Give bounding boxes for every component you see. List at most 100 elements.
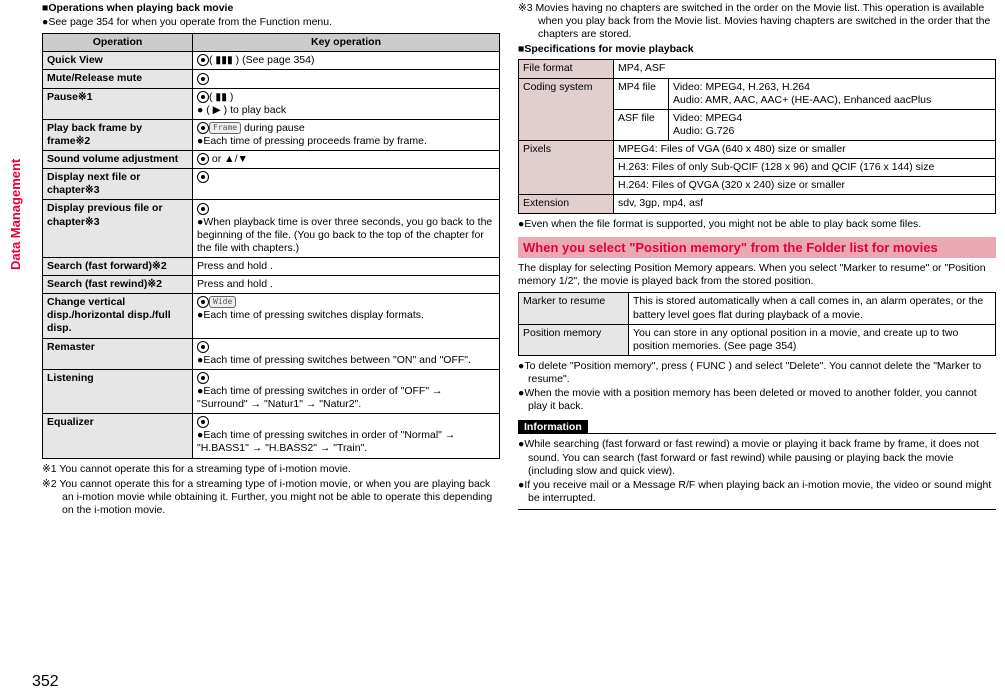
table-row: Search (fast forward)※2 Press and hold . (43, 257, 500, 275)
key-cell: Wide ●Each time of pressing switches dis… (193, 294, 500, 338)
key-cell: Frame ( Frame ) during pauseduring pause… (193, 119, 500, 150)
spec-label: Coding system (519, 78, 614, 141)
key8-icon (197, 372, 209, 384)
table-row: Pause※1 ( ▮▮ ) ● ( ▶ ) to play back (43, 88, 500, 119)
op-cell: Display previous file or chapter※3 (43, 200, 193, 258)
spec-value: Video: MPEG4, H.263, H.264 Audio: AMR, A… (669, 78, 996, 109)
op-cell: Play back frame by frame※2 (43, 119, 193, 150)
op-cell: Mute/Release mute (43, 70, 193, 88)
left-icon (197, 203, 209, 215)
table-row: Display next file or chapter※3 (43, 169, 500, 200)
table-row: Equalizer ●Each time of pressing switche… (43, 414, 500, 458)
table-row: Sound volume adjustment or ▲/▼ (43, 151, 500, 169)
op-cell: Change vertical disp./horizontal disp./f… (43, 294, 193, 338)
key-text: ● ( ▶ ) to play back (197, 104, 286, 116)
info-item-2: ●If you receive mail or a Message R/F wh… (518, 479, 996, 505)
key-text: ●Each time of pressing switches in order… (197, 429, 455, 454)
key-cell: or ▲/▼ (193, 151, 500, 169)
footnote-2: ※2 You cannot operate this for a streami… (42, 478, 500, 517)
spec-heading: ■Specifications for movie playback (518, 43, 996, 55)
wide-pill: Wide (209, 296, 236, 308)
key-cell: ●When playback time is over three second… (193, 200, 500, 258)
th-operation: Operation (43, 34, 193, 52)
key-cell: Press and hold . (193, 276, 500, 294)
spec-value: sdv, 3gp, mp4, asf (614, 195, 996, 213)
op-cell: Remaster (43, 338, 193, 369)
left-heading: ■Operations when playing back movie (42, 2, 500, 14)
table-row: Play back frame by frame※2 Frame ( Frame… (43, 119, 500, 150)
op-cell: Search (fast forward)※2 (43, 257, 193, 275)
pm-intro: The display for selecting Position Memor… (518, 262, 996, 288)
op-cell: Display next file or chapter※3 (43, 169, 193, 200)
mail-icon (197, 54, 209, 66)
key-text: ●Each time of pressing switches between … (197, 354, 471, 366)
table-row: Pixels MPEG4: Files of VGA (640 x 480) s… (519, 141, 996, 159)
key-cell: ●Each time of pressing switches between … (193, 338, 500, 369)
spec-table: File format MP4, ASF Coding system MP4 f… (518, 59, 996, 213)
spec-sub: MP4 file (614, 78, 669, 109)
pm-note-1: ●To delete "Position memory", press ( FU… (518, 360, 996, 386)
table-row: Position memory You can store in any opt… (519, 324, 996, 355)
information-box: ●While searching (fast forward or fast r… (518, 433, 996, 510)
key-text: ●When playback time is over three second… (197, 216, 492, 254)
footnote-1: ※1 You cannot operate this for a streami… (42, 463, 500, 476)
th-key: Key operation (193, 34, 500, 52)
key-text: or ▲/▼ (209, 153, 248, 165)
table-row: Display previous file or chapter※3 ●When… (43, 200, 500, 258)
spec-label: Pixels (519, 141, 614, 195)
key7-icon (197, 416, 209, 428)
center-icon (197, 91, 209, 103)
key-text: ●Each time of pressing switches in order… (197, 385, 442, 410)
key-text: ( ▮▮ ) (209, 91, 233, 103)
table-row: Mute/Release mute (43, 70, 500, 88)
information-heading: Information (518, 420, 588, 434)
clear-icon (197, 73, 209, 85)
key-text: Press and hold . (197, 278, 273, 290)
key-cell (193, 70, 500, 88)
table-row: Search (fast rewind)※2 Press and hold . (43, 276, 500, 294)
side-tab-label: Data Management (8, 159, 23, 270)
spec-value: H.264: Files of QVGA (320 x 240) size or… (614, 177, 996, 195)
table-row: Coding system MP4 file Video: MPEG4, H.2… (519, 78, 996, 109)
position-memory-heading: When you select "Position memory" from t… (518, 237, 996, 259)
spec-label: File format (519, 60, 614, 78)
operations-table: Operation Key operation Quick View ( ▮▮▮… (42, 33, 500, 458)
key-text: ●Each time of pressing switches display … (197, 309, 424, 321)
op-cell: Equalizer (43, 414, 193, 458)
spec-label: Extension (519, 195, 614, 213)
right-column: ※3 Movies having no chapters are switche… (518, 0, 996, 510)
table-row: Change vertical disp./horizontal disp./f… (43, 294, 500, 338)
spec-value: MPEG4: Files of VGA (640 x 480) size or … (614, 141, 996, 159)
op-cell: Pause※1 (43, 88, 193, 119)
table-row: File format MP4, ASF (519, 60, 996, 78)
key-cell: ( ▮▮ ) ● ( ▶ ) to play back (193, 88, 500, 119)
key-cell: ●Each time of pressing switches in order… (193, 369, 500, 413)
page-number: 352 (32, 673, 59, 691)
spec-footnote: ●Even when the file format is supported,… (518, 218, 996, 231)
pm-value: You can store in any optional position i… (629, 324, 996, 355)
spec-value: MP4, ASF (614, 60, 996, 78)
key-cell: Press and hold . (193, 257, 500, 275)
op-cell: Sound volume adjustment (43, 151, 193, 169)
pm-label: Position memory (519, 324, 629, 355)
spec-value: H.263: Files of only Sub-QCIF (128 x 96)… (614, 159, 996, 177)
pm-value: This is stored automatically when a call… (629, 293, 996, 324)
camera-icon (197, 296, 209, 308)
key9-icon (197, 341, 209, 353)
frame-pill: Frame (209, 122, 241, 134)
spec-value: Video: MPEG4 Audio: G.726 (669, 109, 996, 140)
pm-table: Marker to resume This is stored automati… (518, 292, 996, 356)
key-cell: ( ▮▮▮ ) (See page 354) (193, 52, 500, 70)
key-text: ●Each time of pressing proceeds frame by… (197, 135, 427, 147)
left-subtext: ●See page 354 for when you operate from … (42, 16, 500, 29)
key-text: Press and hold . (197, 260, 273, 272)
footnote-3: ※3 Movies having no chapters are switche… (518, 2, 996, 41)
op-cell: Search (fast rewind)※2 (43, 276, 193, 294)
key-cell (193, 169, 500, 200)
pm-label: Marker to resume (519, 293, 629, 324)
key-text: ( ▮▮▮ ) (See page 354) (209, 54, 314, 66)
pm-note-2: ●When the movie with a position memory h… (518, 387, 996, 413)
nav-icon (197, 153, 209, 165)
table-row: Listening ●Each time of pressing switche… (43, 369, 500, 413)
op-cell: Listening (43, 369, 193, 413)
